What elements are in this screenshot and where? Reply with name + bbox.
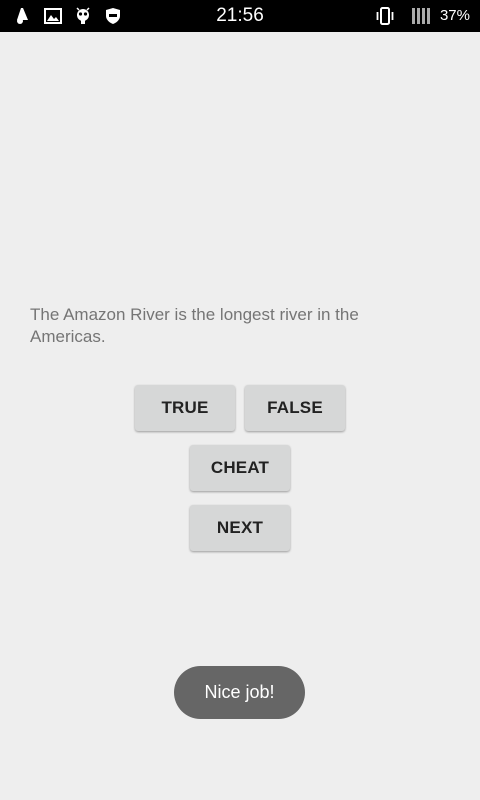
clock: 21:56: [216, 5, 264, 26]
question-text: The Amazon River is the longest river in…: [30, 305, 359, 346]
vibrate-icon: [375, 7, 395, 25]
battery-percent: 37%: [439, 7, 470, 24]
signal-icon: [410, 7, 434, 25]
false-button[interactable]: FALSE: [245, 385, 345, 431]
status-bar: 21:56 37%: [0, 0, 480, 32]
next-button[interactable]: NEXT: [190, 505, 290, 551]
cheat-button[interactable]: CHEAT: [190, 445, 290, 491]
toast-message: Nice job!: [174, 666, 305, 719]
true-button[interactable]: TRUE: [135, 385, 235, 431]
app-screen: 21:56 37% The Amazon River is the longes…: [0, 0, 480, 800]
